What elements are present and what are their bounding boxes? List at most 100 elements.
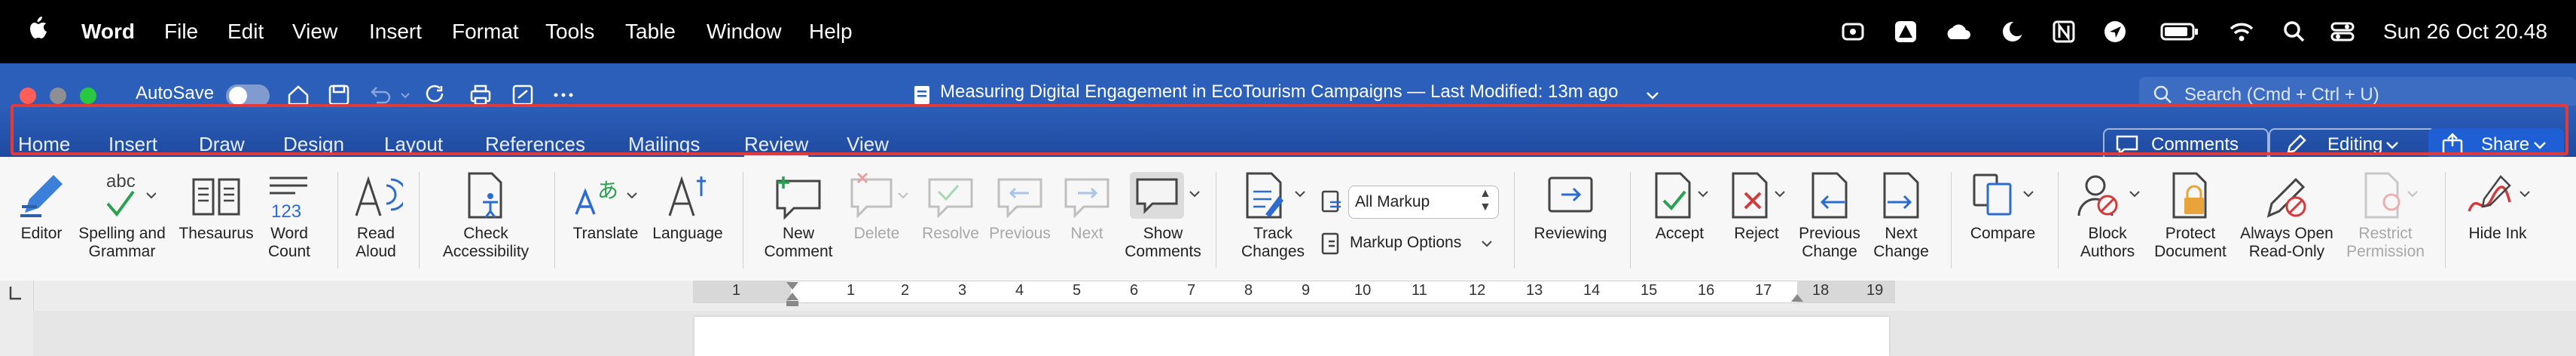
protect-document-label-line2: Document <box>2154 243 2227 260</box>
hide-ink-label: Hide Ink <box>2468 225 2527 242</box>
language-label: Language <box>652 225 723 242</box>
markup-options-button[interactable]: Markup Options <box>1350 234 1461 252</box>
read-aloud-button[interactable]: Read Aloud <box>343 169 408 261</box>
night-mode-icon[interactable] <box>1999 18 2026 45</box>
protect-document-button[interactable]: Protect Document <box>2148 169 2233 261</box>
ruler-left-margin <box>693 281 791 303</box>
delete-comment-icon <box>850 172 908 219</box>
translate-button[interactable]: あ Translate <box>566 169 645 243</box>
right-indent-marker-icon[interactable] <box>1788 290 1806 308</box>
markup-options-chevron-icon <box>1478 232 1496 259</box>
always-open-read-only-button[interactable]: Always Open Read-Only <box>2234 169 2339 261</box>
menu-insert[interactable]: Insert <box>369 0 422 63</box>
menubar-clock[interactable]: Sun 26 Oct 20.48 <box>2383 0 2547 63</box>
markup-select-updown-icon: ▲ ▼ <box>1479 187 1491 213</box>
ruler-number: 1 <box>847 282 856 299</box>
control-center-icon[interactable] <box>2329 18 2356 45</box>
block-authors-icon <box>2077 175 2140 216</box>
compare-label: Compare <box>1970 225 2036 242</box>
thesaurus-label: Thesaurus <box>179 225 254 242</box>
language-button[interactable]: Language <box>646 169 729 243</box>
app-menu-word[interactable]: Word <box>81 0 135 63</box>
menu-file[interactable]: File <box>164 0 198 63</box>
previous-comment-button[interactable]: Previous <box>987 169 1053 243</box>
reviewing-pane-button[interactable]: Reviewing <box>1526 169 1615 243</box>
ruler-number: 8 <box>1244 282 1253 299</box>
editor-label: Editor <box>20 225 63 242</box>
drive-icon[interactable] <box>1892 18 1919 45</box>
previous-change-label-line2: Change <box>1802 243 1857 260</box>
wifi-icon[interactable] <box>2228 18 2255 45</box>
ruler-number: 19 <box>1866 282 1884 299</box>
menu-format[interactable]: Format <box>452 0 519 63</box>
previous-comment-icon <box>997 178 1042 219</box>
horizontal-ruler[interactable] <box>693 281 1895 303</box>
translate-icon: あ <box>575 178 637 215</box>
translate-label: Translate <box>572 225 639 242</box>
apple-icon[interactable] <box>27 0 50 63</box>
accept-change-button[interactable]: Accept <box>1642 169 1717 243</box>
ruler-number: 15 <box>1641 282 1658 299</box>
close-window-button[interactable] <box>20 87 36 104</box>
word-count-button[interactable]: 123 Word Count <box>256 169 322 261</box>
next-change-button[interactable]: Next Change <box>1866 169 1936 261</box>
compare-icon <box>1973 173 2034 216</box>
location-arrow-icon[interactable] <box>2101 18 2129 45</box>
menu-help[interactable]: Help <box>809 0 853 63</box>
thesaurus-button[interactable]: Thesaurus <box>175 169 258 243</box>
cloud-sync-icon[interactable] <box>1839 18 1866 45</box>
document-title[interactable]: Measuring Digital Engagement in EcoTouri… <box>940 81 1618 103</box>
spotlight-search-icon[interactable] <box>2281 18 2308 45</box>
block-authors-label-line2: Authors <box>2080 243 2135 260</box>
menu-tools[interactable]: Tools <box>545 0 594 63</box>
track-changes-icon <box>1246 172 1305 219</box>
compare-button[interactable]: Compare <box>1961 169 2044 243</box>
menu-window[interactable]: Window <box>707 0 782 63</box>
restrict-permission-button[interactable]: Restrict Permission <box>2338 169 2433 261</box>
spelling-grammar-button[interactable]: abc Spelling and Grammar <box>74 169 170 261</box>
document-page[interactable] <box>694 317 1889 356</box>
track-changes-button[interactable]: Track Changes <box>1232 169 1314 261</box>
read-aloud-icon <box>355 176 403 216</box>
first-line-indent-marker-icon[interactable] <box>783 281 801 308</box>
tab-stop-selector-icon[interactable] <box>5 284 26 305</box>
ruler-number: 13 <box>1526 282 1543 299</box>
minimize-window-button[interactable] <box>50 87 66 104</box>
markup-view-select[interactable]: All Markup <box>1348 186 1499 219</box>
accessibility-icon <box>468 172 502 219</box>
search-placeholder: Search (Cmd + Ctrl + U) <box>2184 84 2379 105</box>
delete-comment-button[interactable]: Delete <box>841 169 913 243</box>
ruler-number: 1 <box>732 282 741 299</box>
ribbon-separator <box>1951 172 1952 269</box>
show-comments-button[interactable]: Show Comments <box>1122 169 1204 261</box>
battery-icon[interactable] <box>2160 18 2199 45</box>
new-comment-button[interactable]: New Comment <box>761 169 836 261</box>
ruler-number: 2 <box>901 282 910 299</box>
check-accessibility-button[interactable]: Check Accessibility <box>429 169 542 261</box>
tab-strip-highlight-box <box>11 104 2568 155</box>
reject-change-button[interactable]: Reject <box>1720 169 1793 243</box>
block-authors-button[interactable]: Block Authors <box>2065 169 2150 261</box>
svg-text:abc: abc <box>106 171 136 192</box>
menu-edit[interactable]: Edit <box>227 0 264 63</box>
spelling-label-line2: Grammar <box>88 243 156 260</box>
read-aloud-label-line2: Aloud <box>356 243 396 260</box>
hide-ink-button[interactable]: Hide Ink <box>2457 169 2538 243</box>
ruler-number: 12 <box>1469 282 1486 299</box>
ribbon-separator <box>1630 172 1631 269</box>
language-icon <box>668 176 706 216</box>
read-aloud-label-line1: Read <box>356 225 395 242</box>
menu-table[interactable]: Table <box>625 0 676 63</box>
previous-change-button[interactable]: Previous Change <box>1794 169 1865 261</box>
creative-cloud-icon[interactable] <box>1943 18 1970 45</box>
zoom-window-button[interactable] <box>80 87 96 104</box>
editor-button[interactable]: Editor <box>11 169 72 243</box>
menu-view[interactable]: View <box>292 0 337 63</box>
editor-pen-icon <box>20 175 63 217</box>
ribbon-separator <box>1514 172 1515 269</box>
show-comments-icon <box>1130 172 1200 219</box>
notion-icon[interactable] <box>2050 18 2077 45</box>
next-comment-button[interactable]: Next <box>1056 169 1118 243</box>
markup-doc-icon <box>1320 189 1344 216</box>
resolve-comment-button[interactable]: Resolve <box>917 169 984 243</box>
